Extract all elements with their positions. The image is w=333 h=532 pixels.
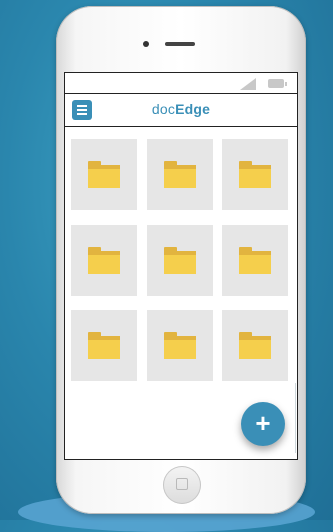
speaker-grille xyxy=(165,42,195,46)
folder-icon xyxy=(164,161,196,188)
home-button-icon xyxy=(176,478,188,490)
app-title: docEdge xyxy=(151,101,211,117)
folder-tile[interactable] xyxy=(222,225,288,296)
folder-icon xyxy=(88,247,120,274)
battery-icon xyxy=(268,79,287,88)
folder-icon xyxy=(239,332,271,359)
front-camera-icon xyxy=(143,41,149,47)
app-bar: docEdge xyxy=(65,93,297,127)
folder-tile[interactable] xyxy=(71,310,137,381)
folder-icon xyxy=(239,247,271,274)
folder-tile[interactable] xyxy=(147,225,213,296)
folder-tile[interactable] xyxy=(222,310,288,381)
signal-icon xyxy=(240,78,256,90)
folder-icon xyxy=(88,332,120,359)
folder-tile[interactable] xyxy=(71,139,137,210)
folder-tile[interactable] xyxy=(147,139,213,210)
folder-tile[interactable] xyxy=(147,310,213,381)
home-button[interactable] xyxy=(163,466,201,504)
folder-icon xyxy=(164,332,196,359)
add-button[interactable]: + xyxy=(241,402,285,446)
scrollbar[interactable] xyxy=(295,383,296,453)
folder-tile[interactable] xyxy=(71,225,137,296)
status-bar xyxy=(65,73,297,91)
add-icon: + xyxy=(255,408,271,438)
folder-icon xyxy=(164,247,196,274)
folder-icon xyxy=(88,161,120,188)
folder-icon xyxy=(239,161,271,188)
folder-tile[interactable] xyxy=(222,139,288,210)
